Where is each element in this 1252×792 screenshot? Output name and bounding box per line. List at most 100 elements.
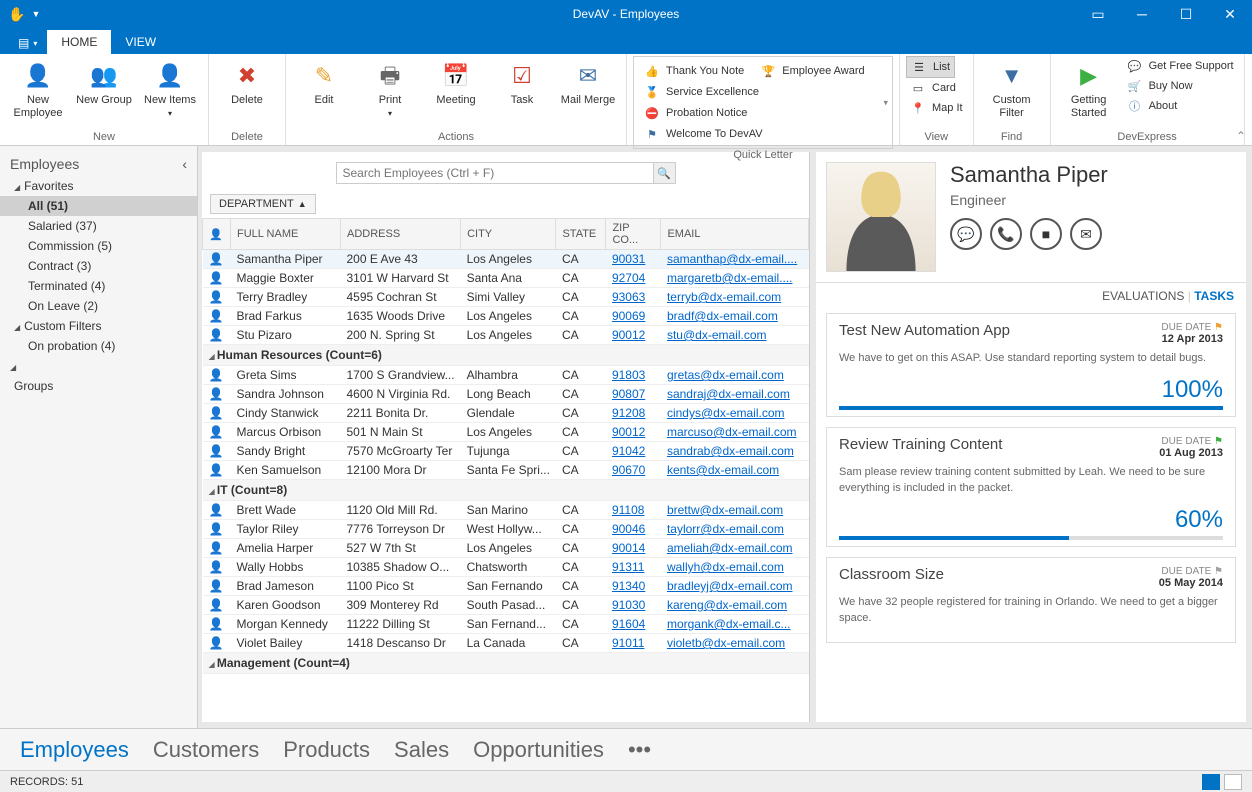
task-button[interactable]: ☑Task [490, 56, 554, 107]
nav-employees[interactable]: Employees [20, 737, 129, 763]
task-card[interactable]: Test New Automation AppDUE DATE ⚑12 Apr … [826, 313, 1236, 417]
table-row[interactable]: 👤Taylor Riley7776 Torreyson DrWest Holly… [203, 520, 809, 539]
table-row[interactable]: 👤Violet Bailey1418 Descanso DrLa CanadaC… [203, 634, 809, 653]
tree-favorites[interactable]: Favorites [0, 176, 197, 196]
new-group-button[interactable]: 👥New Group [72, 56, 136, 107]
video-button[interactable]: ■ [1030, 218, 1062, 250]
email-link[interactable]: sandraj@dx-email.com [667, 387, 790, 401]
col-state[interactable]: STATE [556, 219, 606, 250]
ql-award[interactable]: 🏆Employee Award [756, 61, 868, 81]
zip-link[interactable]: 90069 [612, 309, 645, 323]
zip-link[interactable]: 91030 [612, 598, 645, 612]
table-row[interactable]: 👤Greta Sims1700 S Grandview...AlhambraCA… [203, 366, 809, 385]
email-link[interactable]: bradf@dx-email.com [667, 309, 778, 323]
nav-sales[interactable]: Sales [394, 737, 449, 763]
mailmerge-button[interactable]: ✉Mail Merge [556, 56, 620, 107]
nav-more[interactable]: ••• [628, 737, 651, 763]
email-link[interactable]: morgank@dx-email.c... [667, 617, 791, 631]
nav-opportunities[interactable]: Opportunities [473, 737, 604, 763]
email-link[interactable]: gretas@dx-email.com [667, 368, 784, 382]
maximize-button[interactable]: ☐ [1164, 0, 1208, 28]
table-row[interactable]: 👤Morgan Kennedy11222 Dilling StSan Ferna… [203, 615, 809, 634]
task-card[interactable]: Classroom SizeDUE DATE ⚑05 May 2014We ha… [826, 557, 1236, 643]
email-link[interactable]: taylorr@dx-email.com [667, 522, 784, 536]
get-support-button[interactable]: 💬Get Free Support [1123, 56, 1238, 76]
status-view-2[interactable] [1224, 774, 1242, 790]
print-button[interactable]: 🖶Print▾ [358, 56, 422, 119]
sidebar-item[interactable]: Contract (3) [0, 256, 197, 276]
zip-link[interactable]: 91042 [612, 444, 645, 458]
ql-probation[interactable]: ⛔Probation Notice [640, 103, 751, 123]
zip-link[interactable]: 91011 [612, 636, 644, 650]
table-row[interactable]: 👤Stu Pizaro200 N. Spring StLos AngelesCA… [203, 326, 809, 345]
search-input[interactable] [337, 163, 653, 183]
table-row[interactable]: 👤Amelia Harper527 W 7th StLos AngelesCA9… [203, 539, 809, 558]
zip-link[interactable]: 90014 [612, 541, 645, 555]
tree-groups[interactable] [0, 356, 197, 376]
email-link[interactable]: samanthap@dx-email.... [667, 252, 797, 266]
restore-down-small-icon[interactable]: ▭ [1076, 0, 1120, 28]
email-button[interactable]: ✉ [1070, 218, 1102, 250]
zip-link[interactable]: 91340 [612, 579, 645, 593]
about-button[interactable]: ⓘAbout [1123, 96, 1238, 116]
groupby-chip[interactable]: DEPARTMENT▲ [210, 194, 316, 214]
ql-thank[interactable]: 👍Thank You Note [640, 61, 748, 81]
table-row[interactable]: 👤Sandra Johnson4600 N Virginia Rd.Long B… [203, 385, 809, 404]
table-row[interactable]: 👤Wally Hobbs10385 Shadow O...ChatsworthC… [203, 558, 809, 577]
group-header[interactable]: Management (Count=4) [203, 653, 809, 674]
zip-link[interactable]: 90670 [612, 463, 645, 477]
tab-home[interactable]: HOME [47, 30, 111, 54]
email-link[interactable]: marcuso@dx-email.com [667, 425, 797, 439]
sidebar-item[interactable]: On Leave (2) [0, 296, 197, 316]
tab-tasks[interactable]: TASKS [1194, 289, 1234, 303]
nav-products[interactable]: Products [283, 737, 370, 763]
email-link[interactable]: cindys@dx-email.com [667, 406, 785, 420]
zip-link[interactable]: 91208 [612, 406, 645, 420]
col-zip[interactable]: ZIP CO... [606, 219, 661, 250]
table-row[interactable]: 👤Marcus Orbison501 N Main StLos AngelesC… [203, 423, 809, 442]
tab-evaluations[interactable]: EVALUATIONS [1102, 289, 1184, 303]
view-list-button[interactable]: ☰List [906, 56, 955, 78]
search-button[interactable]: 🔍 [653, 163, 675, 183]
tree-on-probation[interactable]: On probation (4) [0, 336, 197, 356]
col-addr[interactable]: ADDRESS [341, 219, 461, 250]
view-card-button[interactable]: ▭Card [906, 78, 960, 98]
email-link[interactable]: brettw@dx-email.com [667, 503, 783, 517]
table-row[interactable]: 👤Sandy Bright7570 McGroarty TerTujungaCA… [203, 442, 809, 461]
tree-groups-label[interactable]: Groups [0, 376, 197, 396]
col-email[interactable]: EMAIL [661, 219, 809, 250]
table-row[interactable]: 👤Brad Farkus1635 Woods DriveLos AngelesC… [203, 307, 809, 326]
zip-link[interactable]: 90807 [612, 387, 645, 401]
zip-link[interactable]: 91803 [612, 368, 645, 382]
zip-link[interactable]: 91604 [612, 617, 645, 631]
delete-button[interactable]: ✖Delete [215, 56, 279, 107]
email-link[interactable]: sandrab@dx-email.com [667, 444, 794, 458]
tree-custom-filters[interactable]: Custom Filters [0, 316, 197, 336]
getting-started-button[interactable]: ▶Getting Started [1057, 56, 1121, 120]
view-map-button[interactable]: 📍Map It [906, 98, 967, 118]
table-row[interactable]: 👤Brad Jameson1100 Pico StSan FernandoCA9… [203, 577, 809, 596]
nav-customers[interactable]: Customers [153, 737, 259, 763]
email-link[interactable]: bradleyj@dx-email.com [667, 579, 793, 593]
chat-button[interactable]: 💬 [950, 218, 982, 250]
zip-link[interactable]: 90012 [612, 425, 645, 439]
sidebar-item[interactable]: Salaried (37) [0, 216, 197, 236]
sidebar-item[interactable]: All (51) [0, 196, 197, 216]
file-menu-button[interactable]: ▤▾ [8, 32, 47, 54]
status-view-1[interactable] [1202, 774, 1220, 790]
quickletter-gallery[interactable]: 👍Thank You Note 🏆Employee Award 🏅Service… [633, 56, 893, 149]
zip-link[interactable]: 90046 [612, 522, 645, 536]
col-name[interactable]: FULL NAME [231, 219, 341, 250]
collapse-ribbon-button[interactable]: ⌃ [1236, 129, 1246, 143]
group-header[interactable]: Human Resources (Count=6) [203, 345, 809, 366]
quick-access-dropdown[interactable]: ▼ [31, 9, 40, 19]
email-link[interactable]: kents@dx-email.com [667, 463, 779, 477]
zip-link[interactable]: 91311 [612, 560, 644, 574]
table-row[interactable]: 👤Karen Goodson309 Monterey RdSouth Pasad… [203, 596, 809, 615]
edit-button[interactable]: ✎Edit [292, 56, 356, 107]
close-button[interactable]: ✕ [1208, 0, 1252, 28]
collapse-sidebar-icon[interactable]: ‹ [182, 156, 187, 172]
table-row[interactable]: 👤Brett Wade1120 Old Mill Rd.San MarinoCA… [203, 501, 809, 520]
custom-filter-button[interactable]: ▼Custom Filter [980, 56, 1044, 120]
table-row[interactable]: 👤Samantha Piper200 E Ave 43Los AngelesCA… [203, 250, 809, 269]
